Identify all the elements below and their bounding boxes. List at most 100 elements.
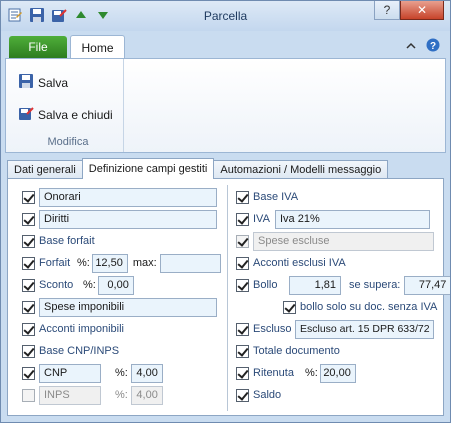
totale-doc-checkbox[interactable]	[236, 344, 249, 358]
minimize-ribbon-icon[interactable]	[406, 41, 416, 53]
ribbon-tabs: File Home ?	[1, 31, 450, 59]
bollo-solo-label: bollo solo su doc. senza IVA	[300, 301, 438, 313]
spese-escluse-row: Spese escluse	[236, 231, 434, 251]
ritenuta-checkbox[interactable]	[236, 366, 249, 380]
acconti-imponibili-row: Acconti imponibili	[22, 319, 124, 339]
tab-automazioni[interactable]: Automazioni / Modelli messaggio	[213, 160, 389, 179]
home-tab[interactable]: Home	[70, 35, 125, 59]
tab-definizione-campi[interactable]: Definizione campi gestiti	[81, 158, 215, 179]
group-label: Modifica	[47, 136, 89, 148]
escluso-row: Escluso Escluso art. 15 DPR 633/72	[236, 319, 434, 339]
saldo-checkbox[interactable]	[236, 388, 249, 402]
inps-checkbox[interactable]	[22, 388, 35, 402]
onorari-row: Onorari	[22, 187, 217, 207]
forfait-label: Forfait	[39, 257, 71, 269]
onorari-field[interactable]: Onorari	[39, 187, 217, 207]
acconti-esclusi-label: Acconti esclusi IVA	[253, 257, 346, 269]
base-forfait-checkbox[interactable]	[22, 234, 35, 248]
acconti-imponibili-label: Acconti imponibili	[39, 323, 124, 335]
iva-field[interactable]: Iva 21%	[275, 209, 430, 229]
cnp-checkbox[interactable]	[22, 366, 35, 380]
save-close-icon	[18, 105, 34, 124]
close-button[interactable]: ✕	[400, 1, 444, 20]
bollo-checkbox[interactable]	[236, 278, 249, 292]
forfait-row: Forfait %: 12,50 max:	[22, 253, 221, 273]
ritenuta-row: Ritenuta %: 20,00	[236, 363, 356, 383]
totale-doc-label: Totale documento	[253, 345, 340, 357]
ritenuta-pct-label: %:	[305, 367, 318, 379]
base-cnp-checkbox[interactable]	[22, 344, 35, 358]
iva-label: IVA	[253, 213, 270, 225]
base-iva-checkbox[interactable]	[236, 190, 249, 204]
save-icon	[18, 73, 34, 92]
spese-imponibili-checkbox[interactable]	[22, 300, 35, 314]
ribbon-right-controls: ?	[406, 38, 440, 55]
base-cnp-label: Base CNP/INPS	[39, 345, 120, 357]
cnp-pct-field[interactable]: 4,00	[130, 363, 163, 383]
cnp-field[interactable]: CNP	[39, 363, 101, 383]
escluso-label: Escluso	[253, 323, 292, 335]
iva-row: IVA Iva 21%	[236, 209, 430, 229]
forfait-checkbox[interactable]	[22, 256, 35, 270]
max-label: max:	[132, 257, 157, 269]
escluso-field[interactable]: Escluso art. 15 DPR 633/72	[295, 319, 434, 339]
inps-pct-label: %:	[115, 389, 128, 401]
diritti-checkbox[interactable]	[22, 212, 35, 226]
column-divider	[227, 185, 228, 411]
acconti-esclusi-checkbox[interactable]	[236, 256, 249, 270]
iva-checkbox[interactable]	[236, 212, 249, 226]
inps-field[interactable]: INPS	[39, 385, 101, 405]
sconto-row: Sconto %: 0,00	[22, 275, 134, 295]
sconto-pct-field[interactable]: 0,00	[97, 275, 134, 295]
escluso-checkbox[interactable]	[236, 322, 249, 336]
sconto-pct-label: %:	[83, 279, 96, 291]
bollo-solo-checkbox[interactable]	[283, 300, 296, 314]
bollo-label: Bollo	[253, 279, 278, 291]
base-forfait-label: Base forfait	[39, 235, 95, 247]
ribbon: Salva Salva e chiudi Modifica	[5, 58, 446, 153]
save-button[interactable]: Salva	[18, 73, 68, 92]
totale-doc-row: Totale documento	[236, 341, 340, 361]
spese-imponibili-row: Spese imponibili	[22, 297, 217, 317]
cnp-pct-label: %:	[115, 367, 128, 379]
spese-escluse-field[interactable]: Spese escluse	[253, 231, 434, 251]
fields-panel: Onorari Diritti Base forfait Forfait %: …	[7, 178, 450, 416]
spese-escluse-checkbox[interactable]	[236, 234, 249, 248]
save-label: Salva	[38, 75, 69, 90]
ribbon-group-modifica: Salva Salva e chiudi Modifica	[12, 59, 124, 152]
saldo-row: Saldo	[236, 385, 281, 405]
bollo-field[interactable]: 1,81	[289, 275, 341, 295]
cnp-row: CNP %: 4,00	[22, 363, 163, 383]
sconto-checkbox[interactable]	[22, 278, 35, 292]
max-field[interactable]	[159, 253, 221, 273]
se-supera-label: se supera:	[349, 279, 401, 291]
help-icon[interactable]: ?	[426, 38, 440, 55]
forfait-pct-label: %:	[77, 257, 90, 269]
ritenuta-label: Ritenuta	[253, 367, 294, 379]
file-tab[interactable]: File	[9, 36, 67, 58]
diritti-field[interactable]: Diritti	[39, 209, 217, 229]
sconto-label: Sconto	[39, 279, 74, 291]
acconti-esclusi-row: Acconti esclusi IVA	[236, 253, 346, 273]
window-controls: ? ✕	[374, 1, 444, 20]
page-tabs: Dati generali Definizione campi gestiti …	[7, 158, 389, 179]
acconti-imponibili-checkbox[interactable]	[22, 322, 35, 336]
tab-dati-generali[interactable]: Dati generali	[7, 160, 83, 179]
saldo-label: Saldo	[253, 389, 282, 401]
bollo-row: Bollo 1,81 se supera: 77,47	[236, 275, 450, 295]
ritenuta-pct-field[interactable]: 20,00	[319, 363, 356, 383]
se-supera-field[interactable]: 77,47	[404, 275, 450, 295]
diritti-row: Diritti	[22, 209, 217, 229]
spese-imponibili-field[interactable]: Spese imponibili	[39, 297, 217, 317]
help-button[interactable]: ?	[374, 1, 400, 20]
title-bar: Parcella ? ✕	[1, 1, 450, 31]
save-close-button[interactable]: Salva e chiudi	[18, 105, 113, 124]
svg-text:?: ?	[430, 41, 436, 52]
bollo-solo-row: bollo solo su doc. senza IVA	[283, 297, 437, 317]
onorari-checkbox[interactable]	[22, 190, 35, 204]
forfait-pct-field[interactable]: 12,50	[91, 253, 128, 273]
inps-row: INPS %: 4,00	[22, 385, 163, 405]
inps-pct-field[interactable]: 4,00	[130, 385, 163, 405]
base-forfait-row: Base forfait	[22, 231, 95, 251]
base-iva-row: Base IVA	[236, 187, 298, 207]
